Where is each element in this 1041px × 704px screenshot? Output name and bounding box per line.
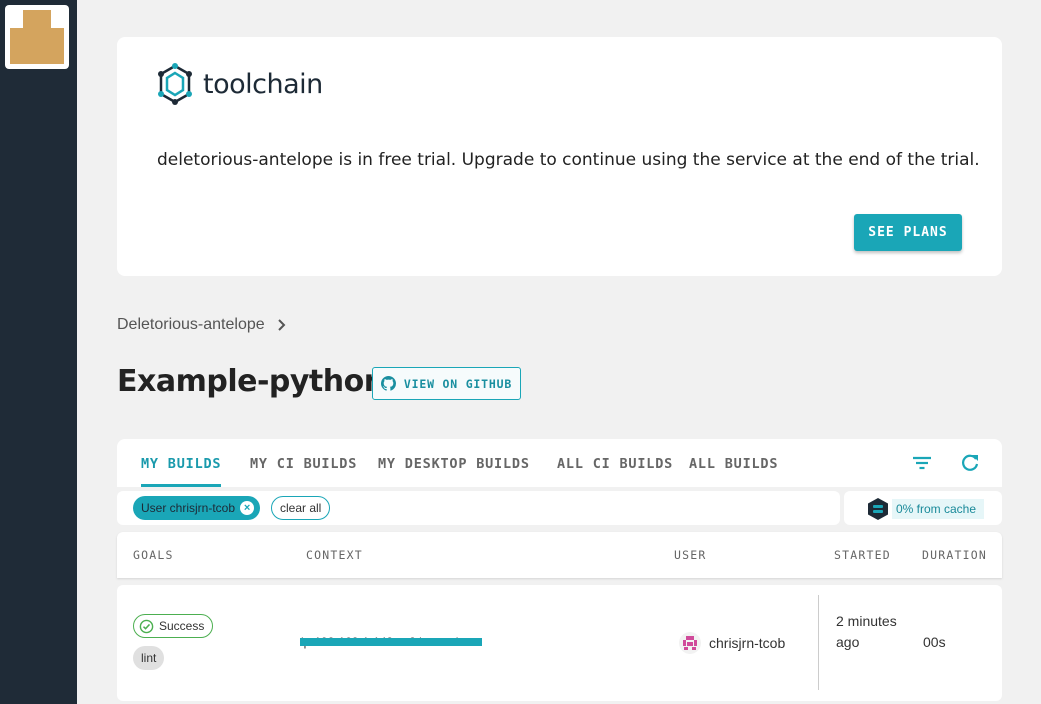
cache-percentage: 0% from cache [892,499,985,519]
org-avatar-button[interactable] [5,5,69,69]
remove-filter-icon[interactable]: × [240,501,255,515]
trial-banner: toolchain deletorious-antelope is in fre… [117,37,1002,276]
status-badge: Success [133,614,214,638]
tab-my-builds[interactable]: MY BUILDS [141,456,221,472]
user-cell: chrisjrn-tcob [679,632,785,654]
column-header-user: USER [674,548,707,562]
user-filter-label: User chrisjrn-tcob [141,501,236,515]
trial-message: deletorious-antelope is in free trial. U… [157,150,980,170]
tab-all-ci-builds[interactable]: ALL CI BUILDS [557,456,673,472]
tab-all-builds[interactable]: ALL BUILDS [689,456,778,472]
user-filter-chip[interactable]: User chrisjrn-tcob × [133,496,261,520]
clear-all-filters-button[interactable]: clear all [271,496,331,520]
goal-chip: lint [133,646,165,670]
started-value: 2 minutes ago [836,613,897,650]
column-header-started: STARTED [834,548,891,562]
refresh-icon[interactable] [959,452,981,474]
column-header-goals: GOALS [133,548,174,562]
table-row[interactable]: Success lint ip-192-168-1-148.ec2.intern… [117,585,1002,701]
tab-my-desktop-builds[interactable]: MY DESKTOP BUILDS [378,456,530,472]
column-header-context: CONTEXT [306,548,363,562]
see-plans-button[interactable]: SEE PLANS [854,214,962,251]
toolchain-hex-icon [158,63,192,105]
chevron-right-icon [277,319,286,331]
page-title: Example-python [117,364,385,399]
duration-value: 00s [923,634,946,650]
breadcrumb: Deletorious-antelope [117,316,287,334]
user-name: chrisjrn-tcob [709,635,786,651]
tab-my-ci-builds[interactable]: MY CI BUILDS [250,456,357,472]
cache-stat: 0% from cache [844,491,1002,525]
column-header-duration: DURATION [922,548,987,562]
view-on-github-button[interactable]: VIEW ON GITHUB [372,367,521,400]
org-avatar-image [10,10,64,64]
sidebar [0,0,77,704]
filter-icon[interactable] [911,452,933,474]
column-divider [818,595,819,690]
view-on-github-label: VIEW ON GITHUB [403,376,513,391]
logo-text: toolchain [203,68,323,100]
user-avatar-icon [679,632,701,654]
toolchain-logo: toolchain [156,63,323,105]
active-filters-bar: User chrisjrn-tcob × clear all [117,491,840,525]
active-tab-indicator [141,484,221,487]
check-circle-icon [139,619,154,633]
breadcrumb-org-link[interactable]: Deletorious-antelope [117,316,265,334]
builds-tabs: MY BUILDS MY CI BUILDS MY DESKTOP BUILDS… [117,439,1002,487]
cache-hex-icon [868,498,888,520]
redaction-bar [300,638,482,646]
builds-table-header: GOALS CONTEXT USER STARTED DURATION [117,532,1002,578]
status-label: Success [159,619,205,633]
github-icon [380,376,396,391]
